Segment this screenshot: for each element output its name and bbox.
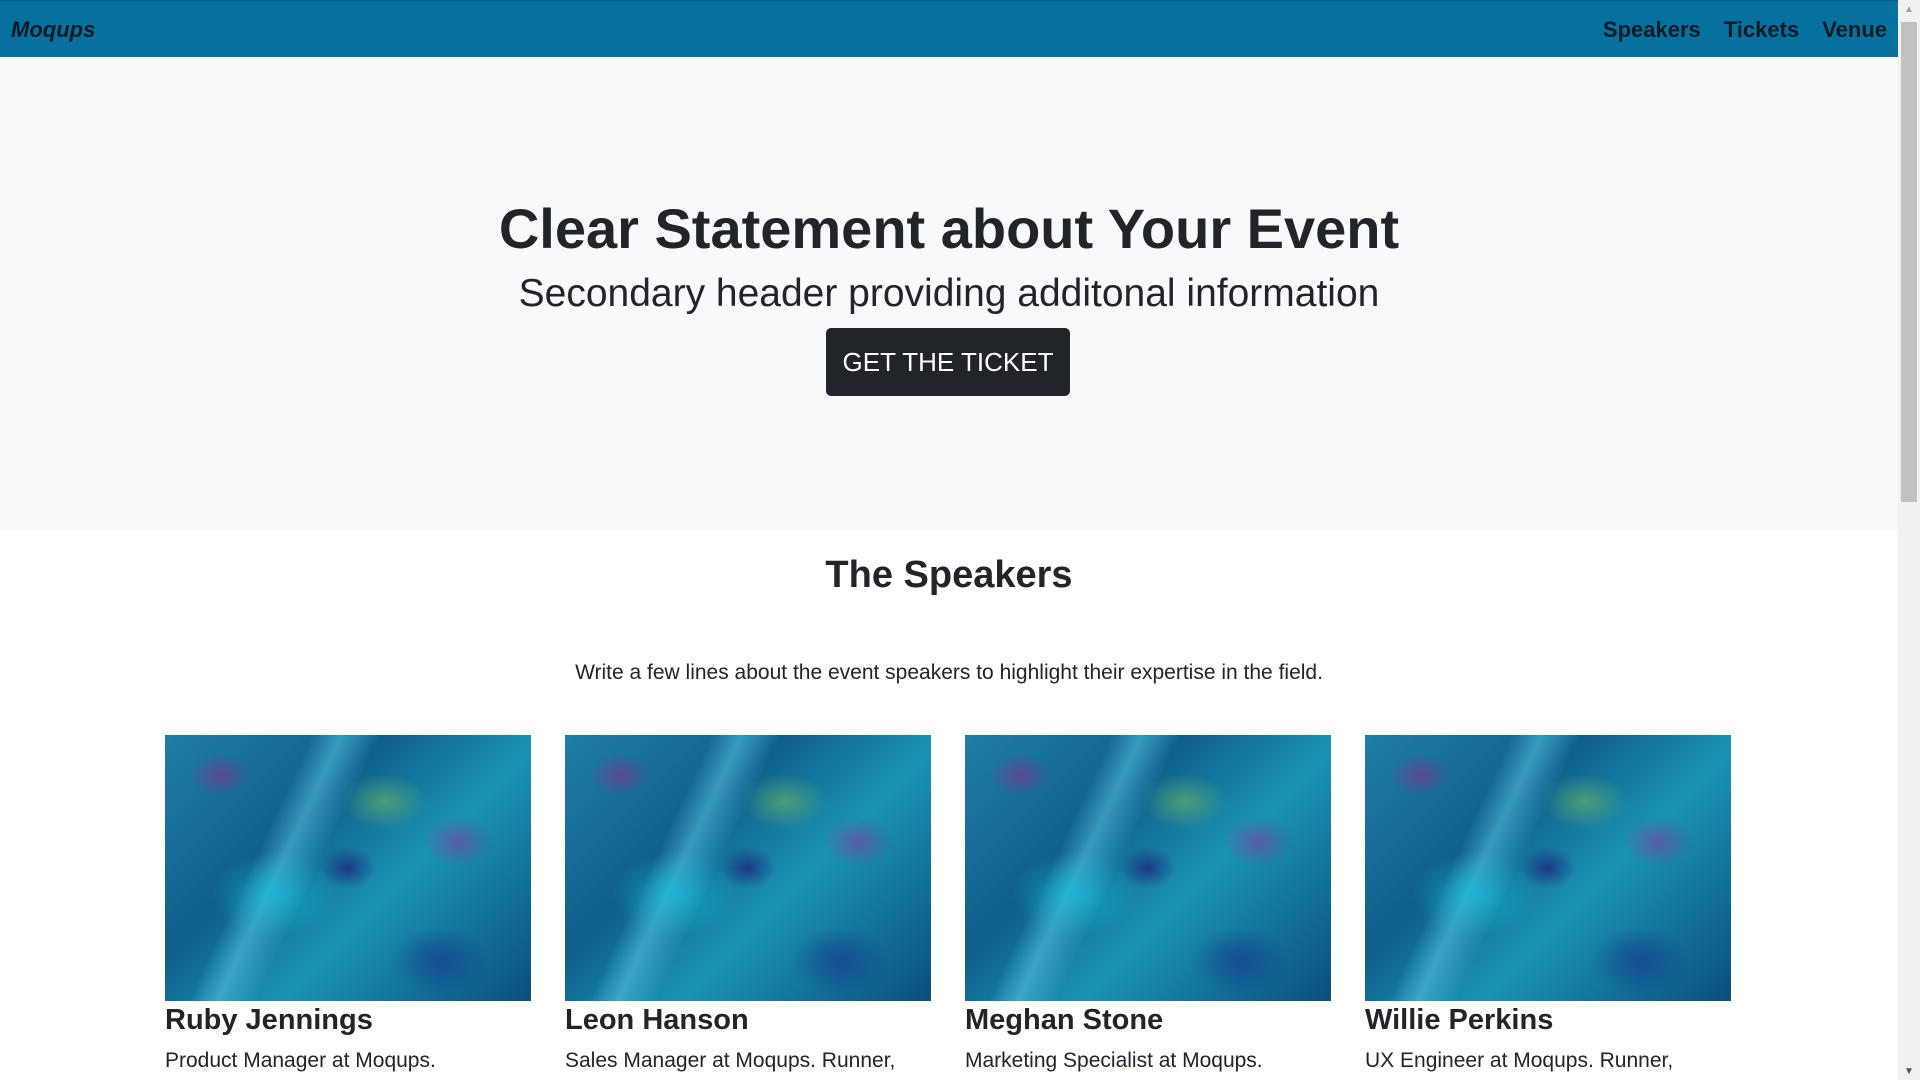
brand-logo-link[interactable]: Moqups: [11, 1, 95, 58]
speaker-name: Willie Perkins: [1365, 1004, 1554, 1036]
speaker-bio: Product Manager at Moqups.: [165, 1049, 436, 1073]
speaker-bio: Marketing Specialist at Moqups.: [965, 1049, 1263, 1073]
get-ticket-button[interactable]: GET THE TICKET: [826, 328, 1070, 396]
speaker-card: Willie Perkins UX Engineer at Moqups. Ru…: [1365, 735, 1731, 1075]
speaker-photo: [1365, 735, 1731, 1001]
nav-link-tickets[interactable]: Tickets: [1724, 17, 1799, 43]
vertical-scrollbar[interactable]: ▲ ▼: [1898, 0, 1920, 1080]
nav-links: Speakers Tickets Venue: [1603, 1, 1887, 58]
speaker-photo: [165, 735, 531, 1001]
speakers-heading: The Speakers: [825, 554, 1073, 596]
scroll-up-arrow-icon[interactable]: ▲: [1898, 0, 1920, 18]
speaker-bio: Sales Manager at Moqups. Runner,: [565, 1049, 896, 1073]
speaker-card: Ruby Jennings Product Manager at Moqups.: [165, 735, 531, 1075]
speaker-name: Leon Hanson: [565, 1004, 749, 1036]
scroll-down-arrow-icon[interactable]: ▼: [1898, 1062, 1920, 1080]
nav-link-venue[interactable]: Venue: [1822, 17, 1887, 43]
speakers-intro: Write a few lines about the event speake…: [575, 661, 1323, 684]
speaker-name: Meghan Stone: [965, 1004, 1164, 1036]
speaker-bio: UX Engineer at Moqups. Runner,: [1365, 1049, 1674, 1073]
hero-title: Clear Statement about Your Event: [498, 197, 1400, 260]
speaker-card: Leon Hanson Sales Manager at Moqups. Run…: [565, 735, 931, 1075]
speaker-card: Meghan Stone Marketing Specialist at Moq…: [965, 735, 1331, 1075]
nav-link-speakers[interactable]: Speakers: [1603, 17, 1701, 43]
top-navbar: Moqups Speakers Tickets Venue: [0, 0, 1898, 57]
speaker-name: Ruby Jennings: [165, 1004, 373, 1036]
scrollbar-thumb[interactable]: [1901, 22, 1917, 502]
speaker-photo: [565, 735, 931, 1001]
hero-subtitle: Secondary header providing additonal inf…: [518, 272, 1380, 315]
browser-viewport: Moqups Speakers Tickets Venue Clear Stat…: [0, 0, 1920, 1080]
hero-section: Clear Statement about Your Event Seconda…: [0, 57, 1898, 531]
speaker-photo: [965, 735, 1331, 1001]
page: Moqups Speakers Tickets Venue Clear Stat…: [0, 0, 1898, 1080]
